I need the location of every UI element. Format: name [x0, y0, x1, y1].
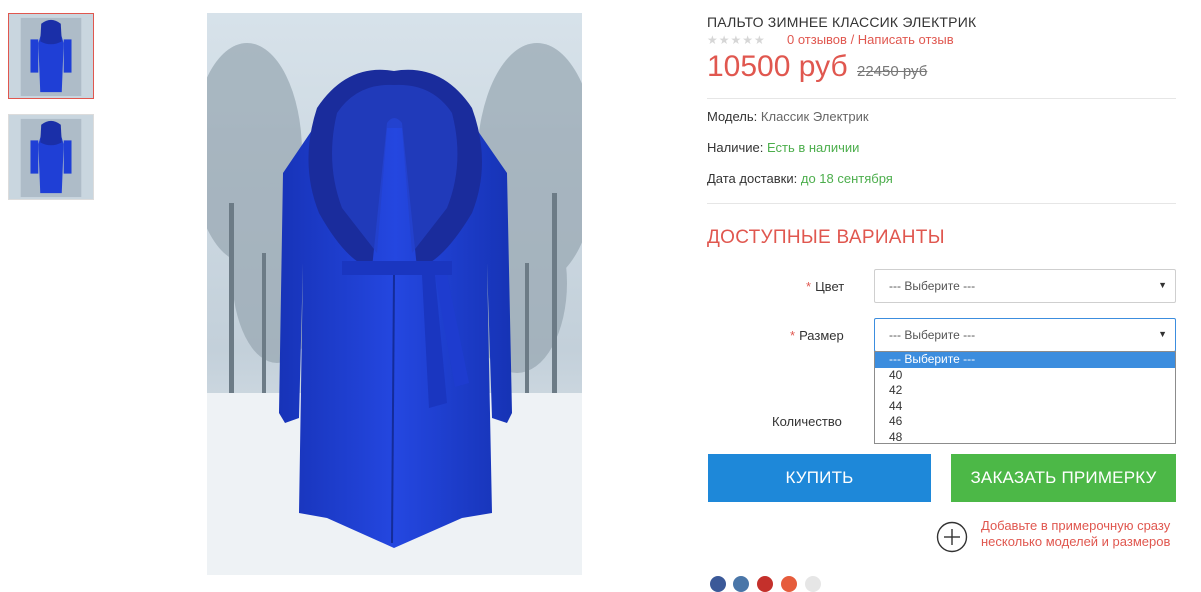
- divider: [707, 98, 1176, 99]
- product-price: 10500 руб: [707, 50, 848, 83]
- required-mark: *: [790, 328, 796, 343]
- size-option[interactable]: 48: [875, 430, 1175, 446]
- color-label-text: Цвет: [815, 279, 845, 294]
- product-thumbnail-2[interactable]: [8, 114, 94, 200]
- reviews-count-link[interactable]: 0 отзывов: [787, 32, 847, 47]
- divider: [707, 203, 1176, 204]
- product-thumbnail-1[interactable]: [8, 13, 94, 99]
- size-option[interactable]: 46: [875, 414, 1175, 430]
- share-vk-icon[interactable]: [733, 576, 749, 592]
- share-more-icon[interactable]: [805, 576, 821, 592]
- size-option[interactable]: 44: [875, 399, 1175, 415]
- delivery-label: Дата доставки:: [707, 171, 798, 186]
- required-mark: *: [806, 279, 812, 294]
- thumbnail-image: [9, 115, 93, 199]
- review-links: 0 отзывов / Написать отзыв: [787, 32, 954, 47]
- size-dropdown-list: --- Выберите --- 40 42 44 46 48: [874, 351, 1176, 444]
- size-option[interactable]: 42: [875, 383, 1175, 399]
- fitting-note: Добавьте в примерочную сразу несколько м…: [981, 518, 1171, 549]
- size-label-text: Размер: [799, 328, 844, 343]
- caret-down-icon: ▼: [1158, 280, 1167, 290]
- caret-down-icon: ▼: [1158, 329, 1167, 339]
- color-label: * Цвет: [806, 279, 844, 294]
- delivery-value: до 18 сентября: [800, 171, 893, 186]
- buy-button[interactable]: КУПИТЬ: [708, 454, 931, 502]
- options-title: ДОСТУПНЫЕ ВАРИАНТЫ: [707, 227, 945, 248]
- size-select[interactable]: --- Выберите --- ▼: [874, 318, 1176, 352]
- color-select-value: --- Выберите ---: [889, 279, 976, 293]
- plus-circle-icon[interactable]: [936, 521, 968, 553]
- share-googleplus-icon[interactable]: [781, 576, 797, 592]
- model-row: Модель: Классик Электрик: [707, 109, 869, 124]
- size-label: * Размер: [790, 328, 844, 343]
- size-select-value: --- Выберите ---: [889, 328, 976, 342]
- product-main-image[interactable]: [207, 13, 582, 575]
- size-option[interactable]: 40: [875, 368, 1175, 384]
- size-option[interactable]: --- Выберите ---: [875, 352, 1175, 368]
- review-separator: /: [846, 32, 858, 47]
- model-value: Классик Электрик: [760, 109, 869, 124]
- share-facebook-icon[interactable]: [710, 576, 726, 592]
- color-select[interactable]: --- Выберите --- ▼: [874, 269, 1176, 303]
- model-label: Модель:: [707, 109, 758, 124]
- share-odnoklassniki-icon[interactable]: [757, 576, 773, 592]
- product-old-price: 22450 руб: [857, 63, 928, 80]
- stock-value: Есть в наличии: [766, 140, 860, 155]
- order-fitting-button[interactable]: ЗАКАЗАТЬ ПРИМЕРКУ: [951, 454, 1176, 502]
- rating-stars: ★★★★★: [707, 33, 766, 47]
- coat-photo: [207, 13, 582, 575]
- quantity-label: Количество: [772, 414, 842, 429]
- stock-label: Наличие:: [707, 140, 764, 155]
- write-review-link[interactable]: Написать отзыв: [858, 32, 954, 47]
- product-title: ПАЛЬТО ЗИМНЕЕ КЛАССИК ЭЛЕКТРИК: [707, 14, 977, 30]
- thumbnail-image: [9, 14, 93, 98]
- stock-row: Наличие: Есть в наличии: [707, 140, 859, 155]
- delivery-row: Дата доставки: до 18 сентября: [707, 171, 893, 186]
